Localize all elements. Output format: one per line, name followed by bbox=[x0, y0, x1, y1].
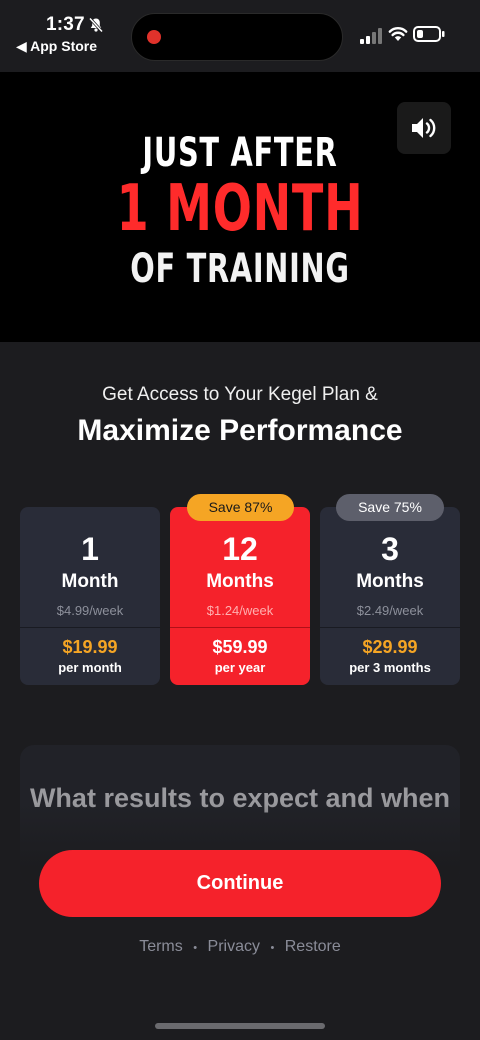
continue-button[interactable]: Continue bbox=[39, 850, 441, 917]
hero-line-1: JUST AFTER bbox=[142, 130, 338, 176]
separator-dot: • bbox=[193, 942, 198, 954]
privacy-link[interactable]: Privacy bbox=[208, 938, 260, 955]
back-to-app-store-link[interactable]: ◀ App Store bbox=[16, 38, 97, 55]
plan-price: $19.99 bbox=[62, 637, 118, 657]
wifi-icon bbox=[388, 27, 408, 41]
terms-link[interactable]: Terms bbox=[139, 938, 183, 955]
plan-divider bbox=[20, 627, 160, 628]
plan-billing-period: per year bbox=[214, 660, 266, 675]
separator-dot: • bbox=[270, 942, 275, 954]
plan-duration-number: 12 bbox=[222, 531, 258, 567]
plan-weekly-price: $4.99/week bbox=[56, 603, 124, 618]
plan-duration-unit: Months bbox=[356, 571, 424, 592]
restore-link[interactable]: Restore bbox=[285, 938, 341, 955]
plan-weekly-price: $2.49/week bbox=[356, 603, 424, 618]
dynamic-island bbox=[131, 13, 343, 61]
plan-card-12-months[interactable]: 12 Months $1.24/week $59.99 per year bbox=[170, 507, 310, 685]
savings-badge: Save 87% bbox=[187, 494, 294, 521]
cellular-signal-icon bbox=[360, 28, 382, 44]
plan-billing-period: per 3 months bbox=[349, 660, 431, 675]
hero-line-2: 1 MONTH bbox=[116, 172, 364, 246]
plan-billing-period: per month bbox=[58, 660, 122, 675]
plan-divider bbox=[320, 627, 460, 628]
plan-card-3-months[interactable]: 3 Months $2.49/week $29.99 per 3 months bbox=[320, 507, 460, 685]
plan-duration-unit: Months bbox=[206, 571, 274, 592]
page-subtitle: Get Access to Your Kegel Plan & bbox=[102, 384, 378, 405]
savings-badge: Save 75% bbox=[336, 494, 444, 521]
silent-bell-icon bbox=[88, 17, 104, 33]
speaker-icon bbox=[412, 118, 436, 138]
page-title: Maximize Performance bbox=[77, 414, 403, 447]
hero-video: JUST AFTER 1 MONTH OF TRAINING bbox=[0, 72, 480, 342]
plan-divider bbox=[170, 627, 310, 628]
plan-price: $59.99 bbox=[212, 637, 268, 657]
footer-links: Terms • Privacy • Restore bbox=[0, 938, 480, 956]
plan-duration-number: 3 bbox=[381, 531, 399, 567]
battery-icon bbox=[413, 26, 445, 42]
plan-card-1-month[interactable]: 1 Month $4.99/week $19.99 per month bbox=[20, 507, 160, 685]
clock: 1:37 bbox=[46, 14, 85, 35]
plan-duration-unit: Month bbox=[61, 571, 119, 592]
hero-line-3: OF TRAINING bbox=[130, 246, 350, 292]
home-indicator[interactable] bbox=[155, 1023, 325, 1029]
status-bar: 1:37 ◀ App Store bbox=[0, 0, 480, 72]
plan-weekly-price: $1.24/week bbox=[206, 603, 274, 618]
plan-price: $29.99 bbox=[362, 637, 418, 657]
sound-toggle-button[interactable] bbox=[397, 102, 451, 154]
plan-duration-number: 1 bbox=[81, 531, 99, 567]
recording-indicator-icon bbox=[147, 30, 161, 44]
